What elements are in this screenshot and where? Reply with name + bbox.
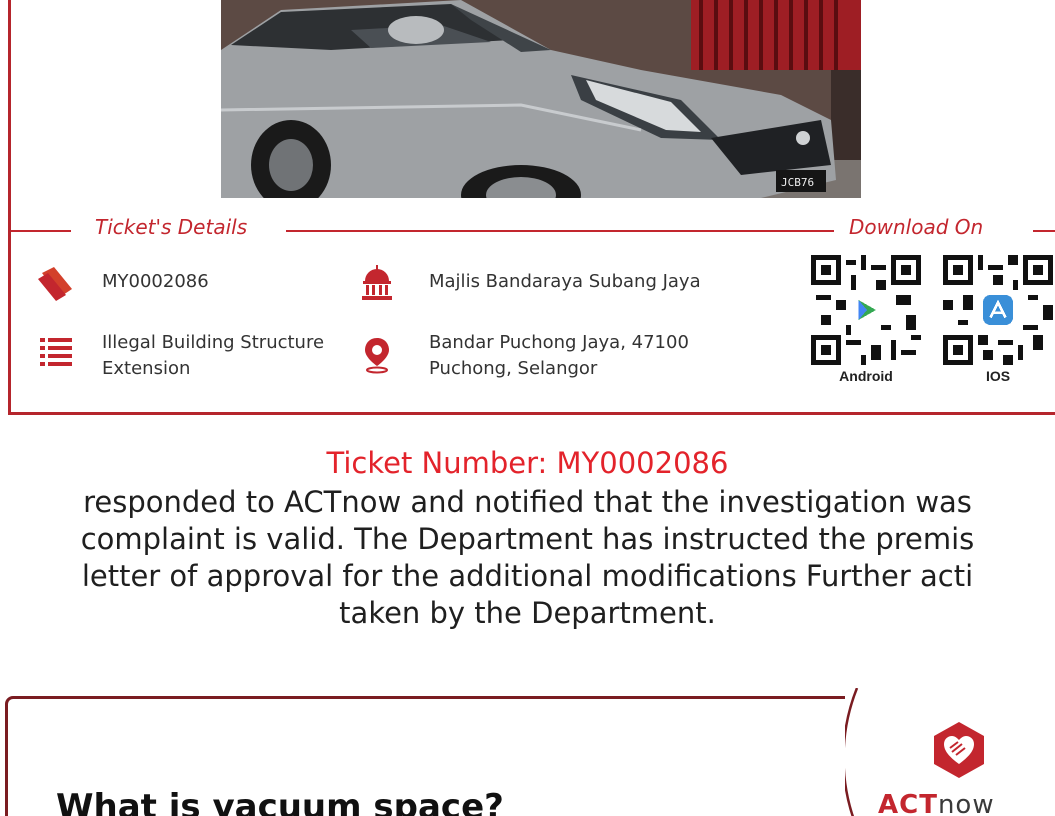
location-pin-icon xyxy=(357,334,397,374)
logo-now-text: now xyxy=(937,790,995,816)
caption-line-2: complaint is valid. The Department has i… xyxy=(80,522,975,556)
car-photo: JCB76 xyxy=(221,0,861,198)
ticket-id-row: MY0002086 xyxy=(36,263,209,303)
download-on-title: Download On xyxy=(849,215,984,239)
section-divider-middle xyxy=(286,230,834,232)
ticket-id-text: MY0002086 xyxy=(102,271,209,292)
location-line-1: Bandar Puchong Jaya, 47100 xyxy=(429,332,689,353)
license-plate-text: JCB76 xyxy=(781,176,814,189)
caption-line-3: letter of approval for the additional mo… xyxy=(81,559,974,593)
authority-row: Majlis Bandaraya Subang Jaya xyxy=(357,263,701,303)
vacuum-space-heading: What is vacuum space? xyxy=(56,787,504,816)
category-text: Illegal Building Structure Extension xyxy=(102,330,324,382)
location-line-2: Puchong, Selangor xyxy=(429,358,598,379)
ticket-icon xyxy=(36,263,76,303)
ticket-card: JCB76 Ticket's Details Download On MY000… xyxy=(8,0,1055,415)
authority-text: Majlis Bandaraya Subang Jaya xyxy=(429,271,701,292)
list-icon xyxy=(36,330,76,370)
android-label: Android xyxy=(839,368,893,384)
caption-line-4: taken by the Department. xyxy=(339,596,716,630)
category-line-1: Illegal Building Structure xyxy=(102,332,325,353)
caption-line-1: responded to ACTnow and notified that th… xyxy=(83,485,972,519)
category-row: Illegal Building Structure Extension xyxy=(36,330,324,382)
section-divider-left xyxy=(11,230,71,232)
section-divider-right xyxy=(1033,230,1055,232)
government-building-icon xyxy=(357,263,397,303)
ticket-details-title: Ticket's Details xyxy=(95,215,248,239)
ios-qr-code[interactable] xyxy=(943,255,1053,365)
ticket-number-heading: Ticket Number: MY0002086 xyxy=(326,446,729,480)
ios-label: IOS xyxy=(985,368,1011,384)
location-text: Bandar Puchong Jaya, 47100 Puchong, Sela… xyxy=(429,330,689,382)
actnow-logo-text: ACTnow xyxy=(878,790,995,816)
category-line-2: Extension xyxy=(102,358,191,379)
logo-act-text: ACT xyxy=(878,790,938,816)
actnow-logo-icon xyxy=(930,720,988,780)
android-qr-code[interactable] xyxy=(811,255,921,365)
location-row: Bandar Puchong Jaya, 47100 Puchong, Sela… xyxy=(357,330,689,382)
